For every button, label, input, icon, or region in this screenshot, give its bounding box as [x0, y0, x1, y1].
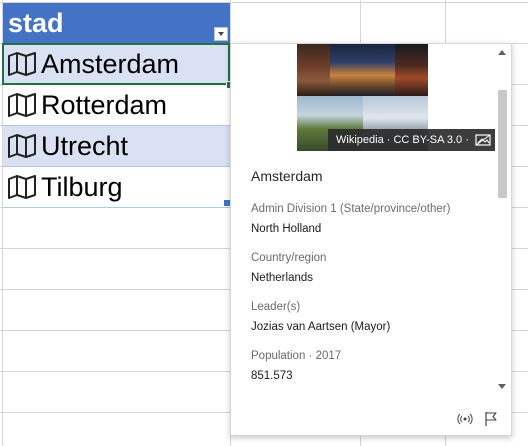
city-label: Amsterdam [41, 48, 180, 79]
field-label: Population · 2017 [251, 350, 342, 362]
map-icon[interactable] [7, 175, 37, 199]
scroll-up-arrow-icon[interactable] [495, 46, 509, 60]
image-icon[interactable] [475, 134, 491, 146]
column-header-cell[interactable]: stad [3, 3, 230, 43]
field-value[interactable]: 851.573 [251, 369, 481, 383]
field-value[interactable]: Netherlands [251, 271, 481, 285]
field-value[interactable]: North Holland [251, 222, 481, 236]
card-details: Amsterdam Admin Division 1 (State/provin… [251, 168, 481, 398]
city-label: Utrecht [41, 130, 129, 161]
data-type-card: Wikipedia · CC BY-SA 3.0 · Amsterdam Adm… [230, 43, 512, 436]
scroll-thumb[interactable] [498, 90, 507, 198]
card-footer [457, 411, 499, 427]
attribution-text: Wikipedia · CC BY-SA 3.0 · [336, 134, 469, 146]
map-icon[interactable] [7, 93, 37, 117]
table-row[interactable]: Tilburg [3, 167, 230, 208]
flag-icon[interactable] [483, 411, 499, 427]
column-header-label: stad [8, 8, 64, 38]
table-row[interactable]: Rotterdam [3, 85, 230, 126]
field-label: Country/region [251, 252, 327, 264]
table-row[interactable]: Utrecht [3, 126, 230, 167]
table-row[interactable]: Amsterdam [3, 44, 230, 85]
field-label: Leader(s) [251, 301, 301, 313]
field-value[interactable]: Jozias van Aartsen (Mayor) [251, 320, 481, 334]
map-icon[interactable] [7, 134, 37, 158]
broadcast-icon[interactable] [457, 411, 473, 427]
card-title: Amsterdam [251, 168, 323, 184]
card-scrollbar[interactable] [495, 46, 509, 393]
map-icon[interactable] [7, 52, 37, 76]
city-label: Rotterdam [41, 89, 168, 120]
filter-dropdown-button[interactable] [214, 27, 228, 41]
field-label: Admin Division 1 (State/province/other) [251, 203, 451, 215]
scroll-down-arrow-icon[interactable] [495, 379, 509, 393]
city-label: Tilburg [41, 171, 123, 202]
image-attribution-bar[interactable]: Wikipedia · CC BY-SA 3.0 · [328, 129, 495, 151]
